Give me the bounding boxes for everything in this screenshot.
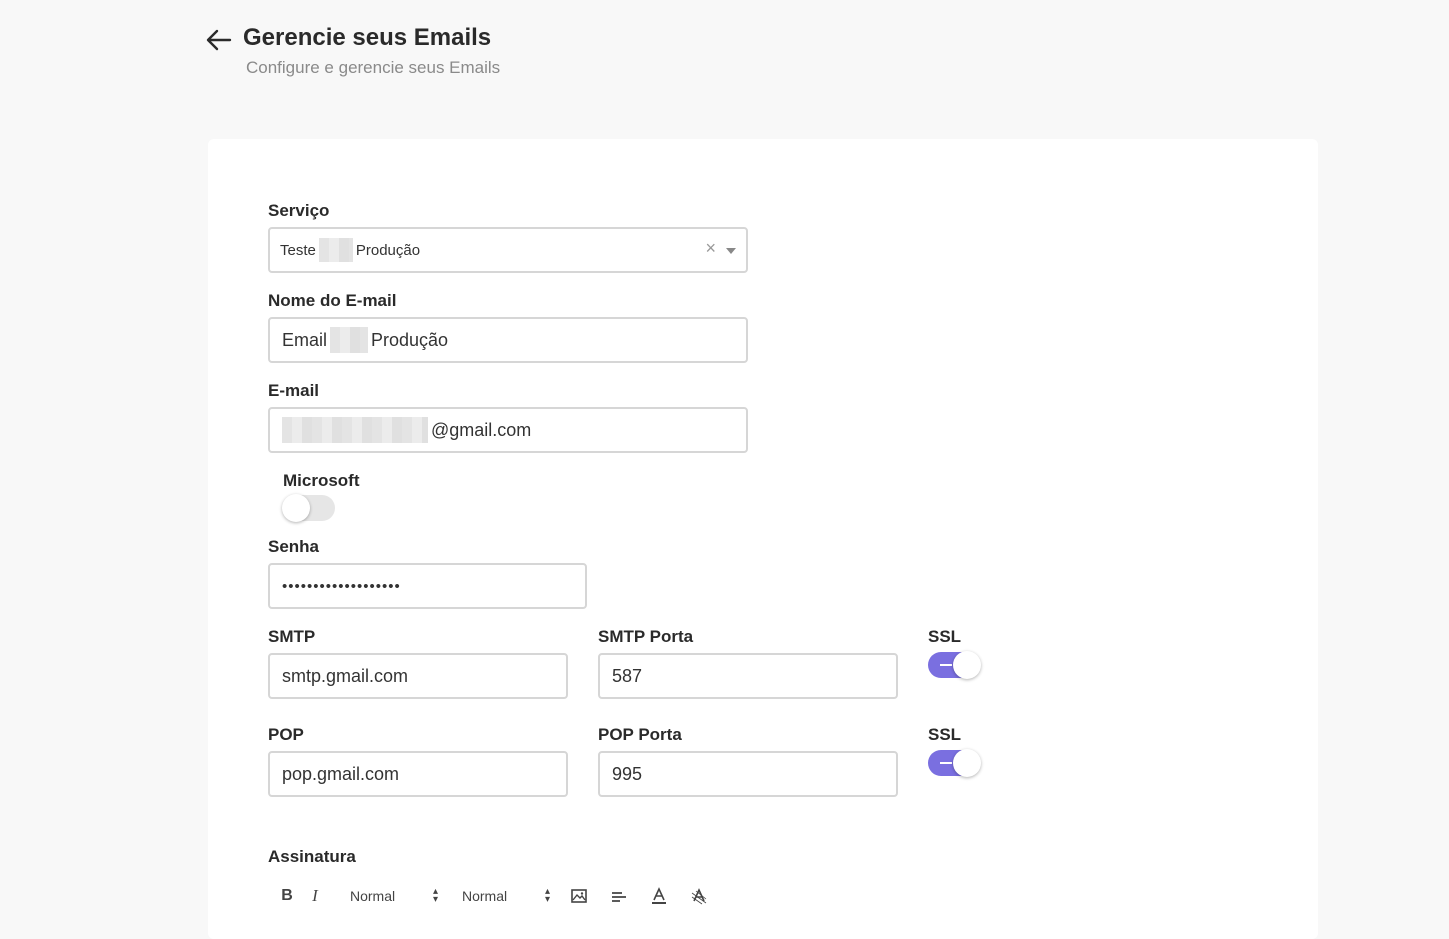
- size-select-value: Normal: [350, 888, 396, 904]
- microsoft-label: Microsoft: [283, 471, 360, 490]
- pop-porta-label: POP Porta: [598, 725, 682, 744]
- email-label: E-mail: [268, 381, 320, 400]
- align-left-icon[interactable]: [608, 885, 630, 907]
- assinatura-label: Assinatura: [268, 847, 356, 866]
- text-color-icon[interactable]: [648, 885, 670, 907]
- redacted-block: [282, 417, 428, 443]
- senha-label: Senha: [268, 537, 320, 556]
- toggle-knob: [953, 749, 981, 777]
- clear-icon[interactable]: ×: [705, 238, 716, 259]
- email-input[interactable]: @gmail.com: [268, 407, 748, 453]
- nome-email-value-suffix: Produção: [371, 329, 449, 350]
- redacted-block: [318, 238, 353, 262]
- microsoft-toggle[interactable]: [282, 494, 335, 522]
- toggle-knob: [953, 651, 981, 679]
- smtp-input[interactable]: smtp.gmail.com: [268, 653, 568, 699]
- updown-chevron-icon: ▴ ▾: [544, 886, 550, 905]
- pop-ssl-toggle[interactable]: [928, 749, 981, 777]
- servico-value-suffix: Produção: [355, 241, 421, 259]
- image-icon[interactable]: [568, 885, 590, 907]
- smtp-label: SMTP: [268, 627, 316, 646]
- smtp-porta-label: SMTP Porta: [598, 627, 694, 646]
- page-title: Gerencie seus Emails: [243, 24, 492, 51]
- editor-toolbar: B I Normal ▴ ▾ Normal ▴ ▾: [276, 881, 710, 911]
- smtp-ssl-toggle[interactable]: [928, 651, 981, 679]
- pop-input[interactable]: pop.gmail.com: [268, 751, 568, 797]
- italic-button[interactable]: I: [304, 886, 326, 906]
- senha-input[interactable]: •••••••••••••••••••: [268, 563, 587, 609]
- pop-ssl-label: SSL: [928, 725, 962, 744]
- size-select[interactable]: Normal ▴ ▾: [350, 886, 438, 905]
- smtp-ssl-label: SSL: [928, 627, 962, 646]
- smtp-porta-input[interactable]: 587: [598, 653, 898, 699]
- servico-select[interactable]: Teste Produção ×: [268, 227, 748, 273]
- header-select[interactable]: Normal ▴ ▾: [462, 886, 550, 905]
- pop-label: POP: [268, 725, 304, 744]
- toggle-on-mark: [940, 762, 952, 764]
- email-value-suffix: @gmail.com: [431, 419, 532, 440]
- header-select-value: Normal: [462, 888, 508, 904]
- background-color-icon[interactable]: [688, 885, 710, 907]
- pop-porta-input[interactable]: 995: [598, 751, 898, 797]
- nome-email-value-prefix: Email: [282, 329, 328, 350]
- servico-label: Serviço: [268, 201, 330, 220]
- back-arrow-icon[interactable]: [205, 26, 233, 54]
- nome-email-label: Nome do E-mail: [268, 291, 397, 310]
- email-settings-card: Serviço Teste Produção × Nome do E-mail …: [208, 139, 1318, 939]
- chevron-down-icon[interactable]: [726, 248, 736, 254]
- servico-value-prefix: Teste: [280, 241, 316, 259]
- page-subtitle: Configure e gerencie seus Emails: [246, 58, 501, 77]
- toggle-on-mark: [940, 664, 952, 666]
- bold-button[interactable]: B: [276, 887, 298, 905]
- nome-email-input[interactable]: Email Produção: [268, 317, 748, 363]
- toggle-knob: [282, 494, 310, 522]
- redacted-block: [330, 327, 369, 353]
- updown-chevron-icon: ▴ ▾: [432, 886, 438, 905]
